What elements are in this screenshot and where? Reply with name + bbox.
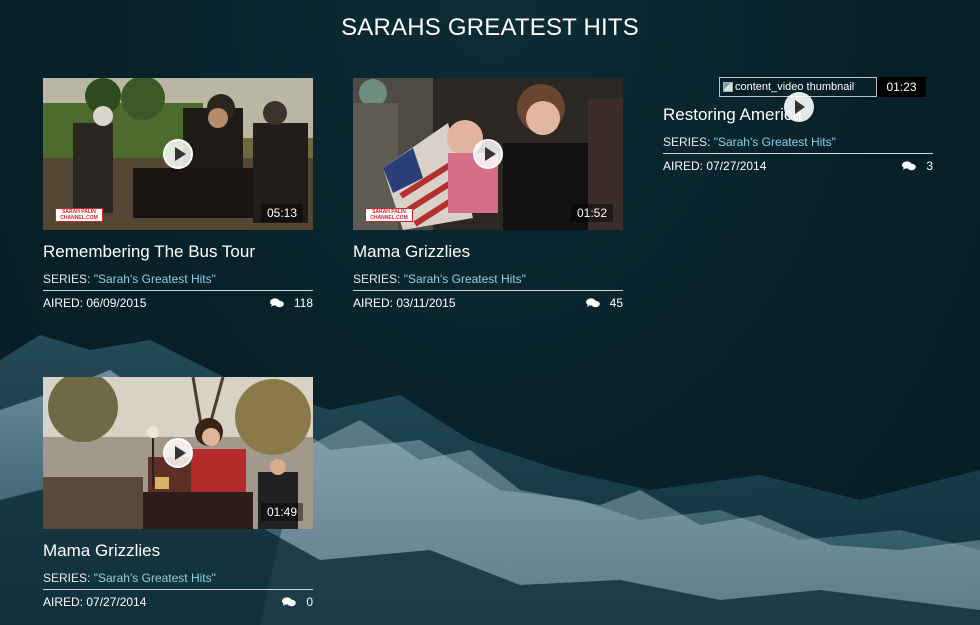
series-row: SERIES: "Sarah's Greatest Hits"	[353, 272, 623, 291]
play-icon[interactable]	[784, 92, 814, 122]
video-duration: 01:49	[260, 503, 303, 521]
meta-row: AIRED: 06/09/2015 118	[43, 295, 313, 311]
video-duration: 01:23	[877, 77, 926, 97]
comments-count[interactable]: 3	[902, 158, 933, 174]
aired-date: AIRED: 06/09/2015	[43, 296, 147, 310]
video-thumbnail[interactable]: 01:49	[43, 377, 313, 529]
video-thumbnail[interactable]: SARAH PALIN CHANNEL.COM 01:52	[353, 78, 623, 230]
series-label: SERIES:	[43, 272, 91, 286]
comments-count[interactable]: 0	[282, 594, 313, 610]
comments-number: 118	[293, 296, 313, 310]
video-thumbnail[interactable]: SARAH PALIN CHANNEL.COM 05:13	[43, 78, 313, 230]
series-link[interactable]: "Sarah's Greatest Hits"	[404, 272, 526, 286]
series-link[interactable]: "Sarah's Greatest Hits"	[94, 272, 216, 286]
video-card: SARAH PALIN CHANNEL.COM 01:52 Mama Grizz…	[353, 78, 623, 311]
comment-bubbles-icon	[269, 298, 284, 308]
comments-number: 0	[306, 595, 313, 609]
aired-date: AIRED: 03/11/2015	[353, 296, 456, 310]
comments-count[interactable]: 45	[585, 295, 623, 311]
thumbnail-alt-text: content_video thumbnail	[735, 81, 855, 93]
video-card: SARAH PALIN CHANNEL.COM 05:13 Rememberin…	[43, 78, 313, 311]
play-icon[interactable]	[473, 139, 503, 169]
broken-image-icon	[723, 82, 733, 92]
series-link[interactable]: "Sarah's Greatest Hits"	[94, 571, 216, 585]
video-title[interactable]: Mama Grizzlies	[43, 540, 313, 562]
comments-number: 3	[926, 159, 933, 173]
meta-row: AIRED: 07/27/2014 0	[43, 594, 313, 610]
video-title[interactable]: Mama Grizzlies	[353, 241, 623, 263]
series-row: SERIES: "Sarah's Greatest Hits"	[663, 135, 933, 154]
video-duration: 05:13	[260, 204, 303, 222]
series-row: SERIES: "Sarah's Greatest Hits"	[43, 571, 313, 590]
meta-row: AIRED: 03/11/2015 45	[353, 295, 623, 311]
series-link[interactable]: "Sarah's Greatest Hits"	[714, 135, 836, 149]
series-label: SERIES:	[43, 571, 91, 585]
video-card: 01:49 Mama Grizzlies SERIES: "Sarah's Gr…	[43, 377, 313, 610]
channel-logo: SARAH PALIN CHANNEL.COM	[55, 208, 103, 222]
series-label: SERIES:	[663, 135, 711, 149]
video-title[interactable]: Remembering The Bus Tour	[43, 241, 313, 263]
play-icon[interactable]	[163, 139, 193, 169]
comments-count[interactable]: 118	[269, 295, 313, 311]
aired-date: AIRED: 07/27/2014	[43, 595, 147, 609]
play-icon[interactable]	[163, 438, 193, 468]
meta-row: AIRED: 07/27/2014 3	[663, 158, 933, 174]
channel-logo: SARAH PALIN CHANNEL.COM	[365, 208, 413, 222]
comment-bubbles-icon	[585, 298, 600, 308]
series-row: SERIES: "Sarah's Greatest Hits"	[43, 272, 313, 291]
video-thumbnail-broken[interactable]: content_video thumbnail 01:23	[719, 77, 926, 97]
series-label: SERIES:	[353, 272, 401, 286]
video-duration: 01:52	[570, 204, 613, 222]
comment-bubbles-icon	[282, 597, 297, 607]
aired-date: AIRED: 07/27/2014	[663, 159, 767, 173]
comments-number: 45	[609, 296, 623, 310]
page-title: SARAHS GREATEST HITS	[341, 14, 639, 41]
comment-bubbles-icon	[902, 161, 917, 171]
